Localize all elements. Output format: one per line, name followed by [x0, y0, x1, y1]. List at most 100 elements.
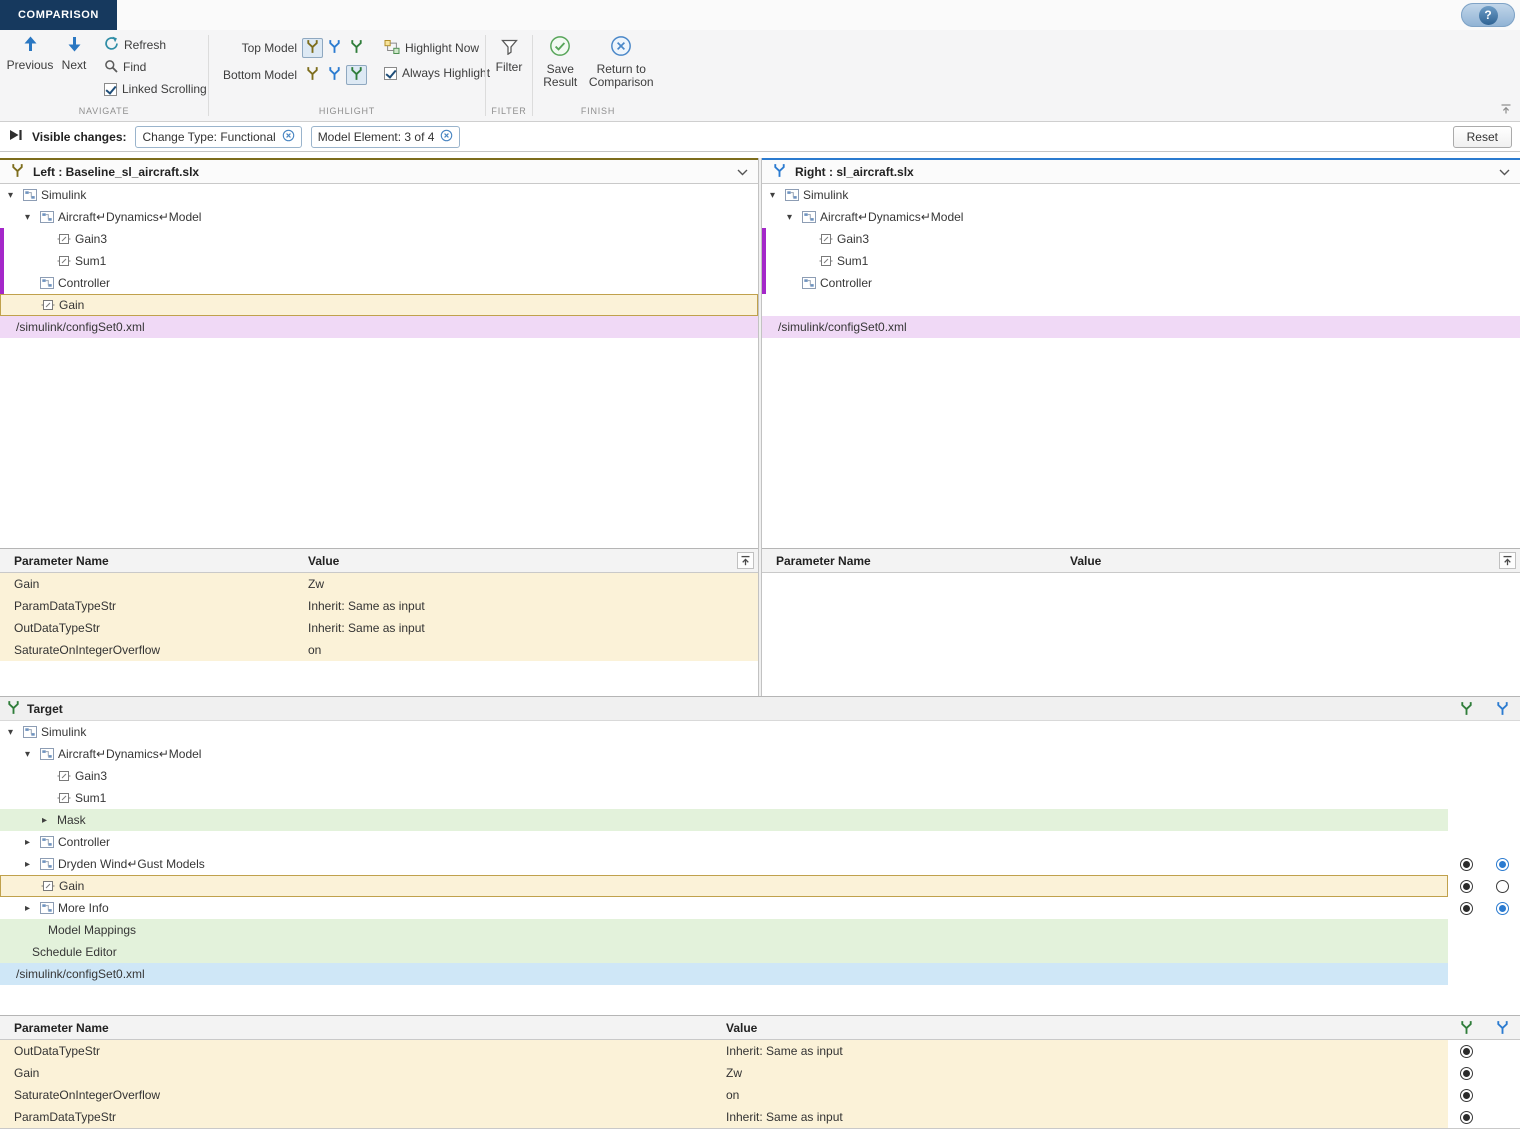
right-pane-header[interactable]: Right : sl_aircraft.slx: [762, 158, 1520, 184]
chevron-down-icon[interactable]: [737, 165, 748, 179]
parameter-name: ParamDataTypeStr: [0, 1106, 712, 1128]
chevron-down-icon[interactable]: [1499, 165, 1510, 179]
tree-item[interactable]: Controller: [762, 272, 1520, 294]
merge-choice-radio[interactable]: [1460, 1089, 1473, 1102]
collapse-parameters-button[interactable]: [1494, 552, 1520, 569]
tree-item[interactable]: Sum1: [0, 250, 758, 272]
tree-item[interactable]: Sum1: [762, 250, 1520, 272]
tree-expand-arrow[interactable]: ▾: [25, 212, 40, 223]
target-tree-item[interactable]: ▾Aircraft↵Dynamics↵Model: [0, 743, 1520, 765]
target-tree-item[interactable]: Sum1: [0, 787, 1520, 809]
merge-choice-radio[interactable]: [1460, 1045, 1473, 1058]
merge-choice-radio[interactable]: [1460, 1111, 1473, 1124]
parameter-row[interactable]: GainZw: [0, 573, 758, 595]
comparison-panes: Left : Baseline_sl_aircraft.slx ▾Simulin…: [0, 158, 1520, 697]
collapse-parameters-button[interactable]: [732, 552, 758, 569]
tree-item-label: /simulink/configSet0.xml: [778, 320, 907, 334]
next-button[interactable]: Next: [56, 30, 92, 105]
parameter-row[interactable]: ParamDataTypeStrInherit: Same as input: [0, 1106, 1520, 1128]
merge-olive-tool-button[interactable]: [302, 38, 323, 58]
target-tree-item[interactable]: ▸Controller: [0, 831, 1520, 853]
left-pane-title: Left : Baseline_sl_aircraft.slx: [33, 165, 199, 179]
merge-choice-radio[interactable]: [1460, 858, 1473, 871]
target-tree-item[interactable]: Gain3: [0, 765, 1520, 787]
parameter-row[interactable]: SaturateOnIntegerOverflowon: [0, 1084, 1520, 1106]
parameter-row[interactable]: ParamDataTypeStrInherit: Same as input: [0, 595, 758, 617]
merge-choice-radio[interactable]: [1496, 902, 1509, 915]
filter-button[interactable]: Filter: [489, 34, 529, 105]
reset-button[interactable]: Reset: [1453, 126, 1512, 148]
tree-item[interactable]: /simulink/configSet0.xml: [762, 316, 1520, 338]
always-highlight-checkbox[interactable]: [384, 67, 397, 80]
tree-item[interactable]: ▾Aircraft↵Dynamics↵Model: [762, 206, 1520, 228]
merge-choice-radio[interactable]: [1460, 880, 1473, 893]
merge-choice-radio[interactable]: [1496, 880, 1509, 893]
return-to-comparison-button[interactable]: Return to Comparison: [586, 30, 657, 105]
target-tree-item[interactable]: Gain: [0, 875, 1520, 897]
left-merge-icon: [10, 163, 25, 181]
tree-item[interactable]: ▾Simulink: [762, 184, 1520, 206]
tree-expand-arrow[interactable]: ▾: [8, 727, 23, 738]
parameter-row[interactable]: OutDataTypeStrInherit: Same as input: [0, 1040, 1520, 1062]
tree-expand-arrow[interactable]: ▸: [25, 859, 40, 870]
tree-expand-arrow[interactable]: ▸: [25, 903, 40, 914]
tree-expand-arrow[interactable]: ▾: [787, 212, 802, 223]
right-merge-icon: [772, 163, 787, 181]
tree-item[interactable]: ▾Aircraft↵Dynamics↵Model: [0, 206, 758, 228]
merge-blue-tool-button[interactable]: [324, 38, 345, 58]
merge-olive-tool-button[interactable]: [302, 65, 323, 85]
merge-green-tool-button[interactable]: [346, 65, 367, 85]
tree-expand-arrow[interactable]: ▾: [770, 190, 785, 201]
filter-chip-change-type[interactable]: Change Type: Functional: [135, 126, 301, 148]
find-button[interactable]: Find: [104, 59, 207, 75]
parameter-row[interactable]: OutDataTypeStrInherit: Same as input: [0, 617, 758, 639]
changed-section-marker: [762, 250, 766, 272]
parameter-row[interactable]: GainZw: [0, 1062, 1520, 1084]
target-tree-item[interactable]: ▸Dryden Wind↵Gust Models: [0, 853, 1520, 875]
target-tree-item[interactable]: ▸Mask: [0, 809, 1520, 831]
always-highlight-option[interactable]: Always Highlight: [384, 65, 490, 81]
previous-button[interactable]: Previous: [6, 30, 54, 105]
target-choice-cell: [1448, 1067, 1484, 1080]
merge-choice-radio[interactable]: [1496, 858, 1509, 871]
merge-blue-tool-button[interactable]: [324, 65, 345, 85]
tree-item[interactable]: Gain3: [0, 228, 758, 250]
target-choice-cell: [1448, 831, 1484, 853]
merge-green-tool-button[interactable]: [346, 38, 367, 58]
tree-expand-arrow[interactable]: ▾: [25, 749, 40, 760]
right-tree: ▾Simulink▾Aircraft↵Dynamics↵ModelGain3Su…: [762, 184, 1520, 548]
tree-item[interactable]: ▾Simulink: [0, 184, 758, 206]
remove-filter-icon[interactable]: [282, 129, 295, 145]
target-tree-item[interactable]: /simulink/configSet0.xml: [0, 963, 1520, 985]
tree-item[interactable]: Gain: [0, 294, 758, 316]
tree-expand-arrow[interactable]: ▾: [8, 190, 23, 201]
tree-item[interactable]: Controller: [0, 272, 758, 294]
tree-item[interactable]: Gain3: [762, 228, 1520, 250]
tree-item[interactable]: /simulink/configSet0.xml: [0, 316, 758, 338]
highlight-now-button[interactable]: Highlight Now: [384, 40, 490, 56]
tree-expand-arrow[interactable]: ▸: [25, 837, 40, 848]
filter-chip-model-element[interactable]: Model Element: 3 of 4: [311, 126, 461, 148]
merge-choice-radio[interactable]: [1460, 902, 1473, 915]
tree-item-label: Model Mappings: [48, 923, 136, 937]
right-choice-column-icon: [1484, 701, 1520, 716]
tab-comparison[interactable]: COMPARISON: [0, 0, 117, 30]
chip-label: Model Element: 3 of 4: [318, 130, 435, 144]
remove-filter-icon[interactable]: [440, 129, 453, 145]
tree-expand-arrow[interactable]: ▸: [42, 815, 57, 826]
minimize-ribbon-button[interactable]: [1500, 103, 1512, 118]
right-choice-cell: [1484, 809, 1520, 831]
linked-scrolling-checkbox[interactable]: [104, 83, 117, 96]
target-tree-item[interactable]: Model Mappings: [0, 919, 1520, 941]
target-tree-item[interactable]: ▸More Info: [0, 897, 1520, 919]
left-pane-header[interactable]: Left : Baseline_sl_aircraft.slx: [0, 158, 758, 184]
linked-scrolling-option[interactable]: Linked Scrolling: [104, 81, 207, 97]
tab-label: COMPARISON: [18, 9, 99, 21]
parameter-row[interactable]: SaturateOnIntegerOverflowon: [0, 639, 758, 661]
target-tree-item[interactable]: Schedule Editor: [0, 941, 1520, 963]
merge-choice-radio[interactable]: [1460, 1067, 1473, 1080]
help-button[interactable]: ?: [1461, 3, 1515, 27]
save-result-button[interactable]: Save Result: [539, 30, 582, 105]
refresh-button[interactable]: Refresh: [104, 37, 207, 53]
target-tree-item[interactable]: ▾Simulink: [0, 721, 1520, 743]
